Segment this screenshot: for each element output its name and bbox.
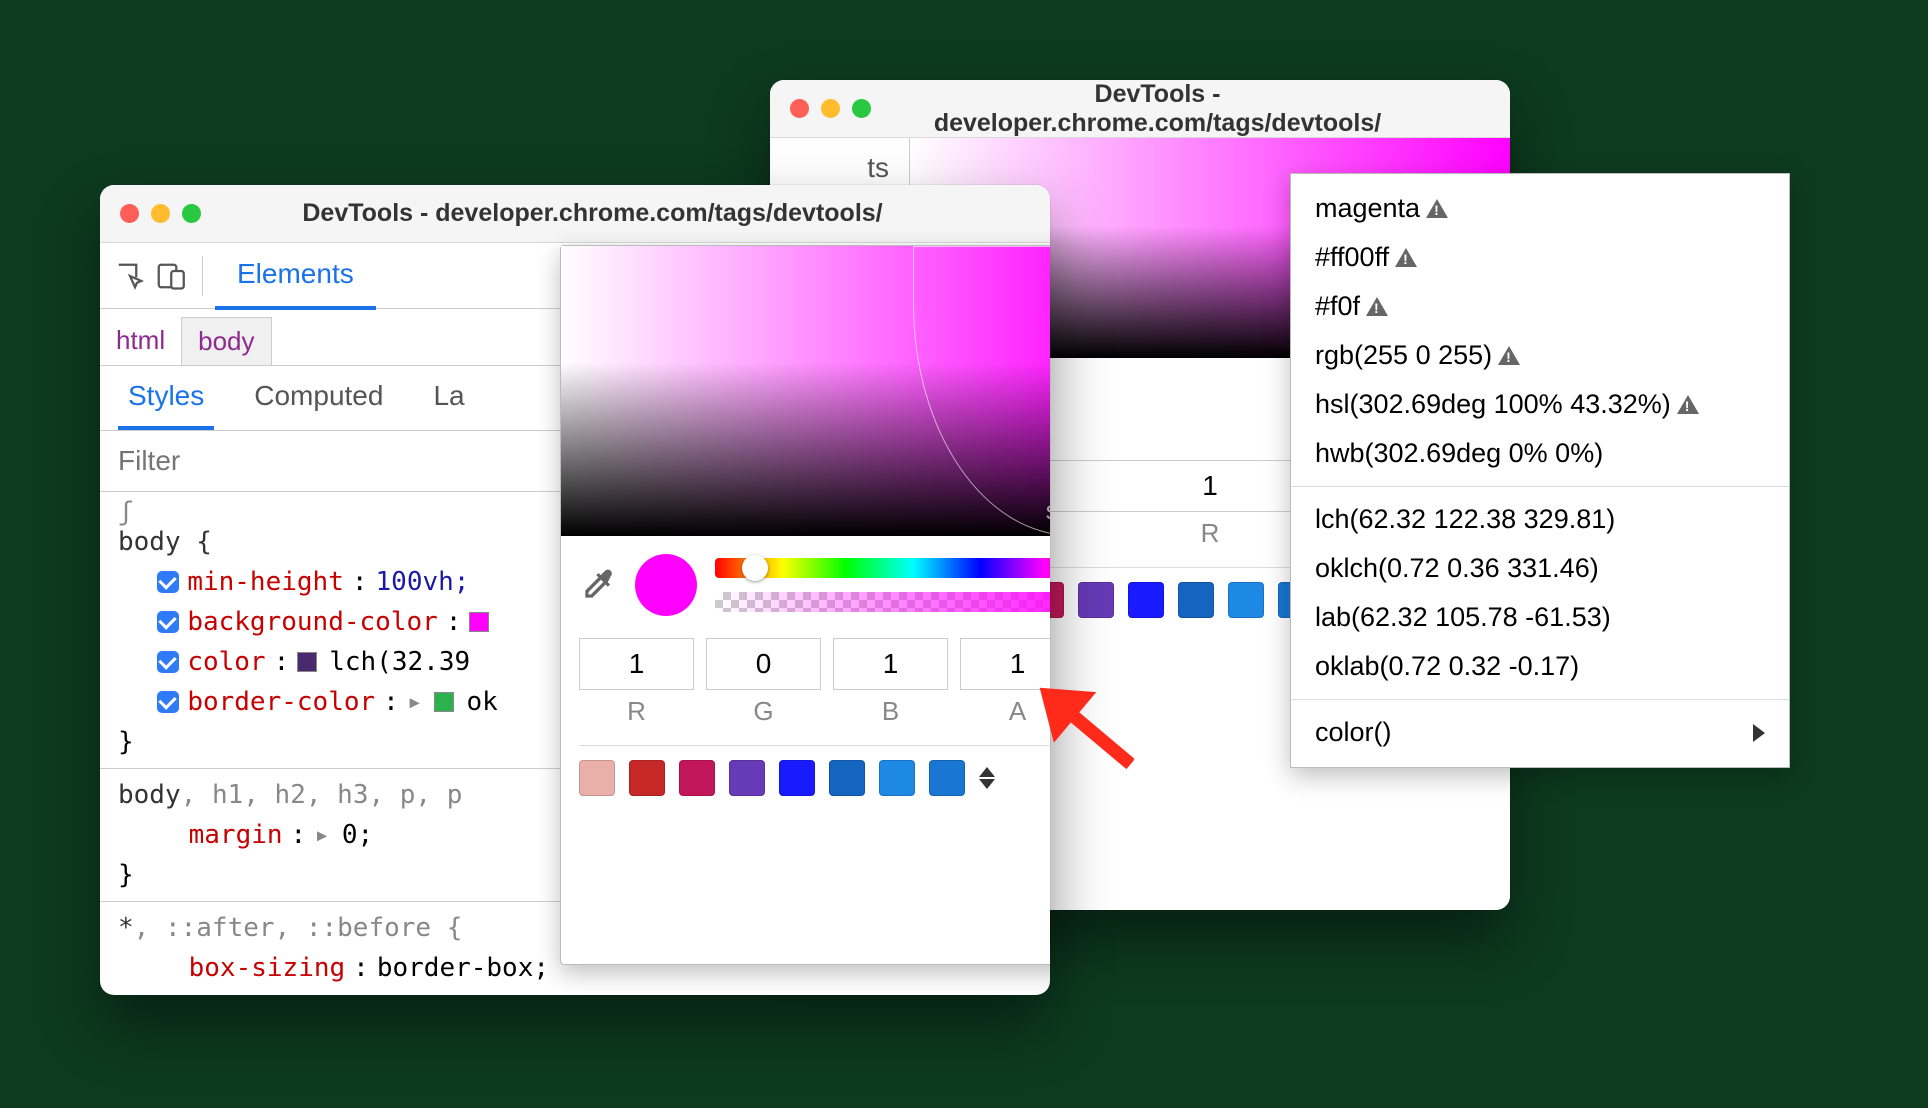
format-item[interactable]: rgb(255 0 255) [1291, 331, 1789, 380]
maximize-icon[interactable] [852, 99, 871, 118]
format-item[interactable]: magenta [1291, 184, 1789, 233]
color-format-menu: magenta #ff00ff #f0f rgb(255 0 255) hsl(… [1290, 173, 1790, 768]
close-icon[interactable] [120, 204, 139, 223]
breadcrumb-body[interactable]: body [181, 317, 271, 365]
subtab-layout[interactable]: La [423, 366, 474, 430]
format-item[interactable]: lab(62.32 105.78 -61.53) [1291, 593, 1789, 642]
css-property[interactable]: color [187, 642, 265, 682]
breadcrumb-html[interactable]: html [100, 317, 181, 365]
css-value[interactable]: 0; [342, 815, 373, 855]
format-item[interactable]: hsl(302.69deg 100% 43.32%) [1291, 380, 1789, 429]
format-item[interactable]: oklch(0.72 0.36 331.46) [1291, 544, 1789, 593]
expand-icon[interactable]: ▸ [314, 815, 330, 855]
g-label: G [706, 696, 821, 727]
palette-swatch[interactable] [1178, 582, 1214, 618]
titlebar: DevTools - developer.chrome.com/tags/dev… [770, 80, 1510, 138]
window-title: DevTools - developer.chrome.com/tags/dev… [215, 199, 970, 228]
css-property[interactable]: border-color [187, 682, 375, 722]
palette-swatch[interactable] [1078, 582, 1114, 618]
css-property[interactable]: background-color [187, 602, 437, 642]
property-checkbox[interactable] [157, 571, 179, 593]
chevron-right-icon [1753, 724, 1765, 742]
format-item[interactable]: oklab(0.72 0.32 -0.17) [1291, 642, 1789, 691]
palette-swatch[interactable] [1228, 582, 1264, 618]
g-input[interactable] [706, 638, 821, 690]
palette-swatch[interactable] [779, 760, 815, 796]
palette-swatch[interactable] [1128, 582, 1164, 618]
expand-icon[interactable]: ▸ [407, 682, 423, 722]
css-property[interactable]: box-sizing [189, 948, 346, 988]
color-spectrum[interactable]: sRGB [561, 246, 1050, 536]
tab-elements[interactable]: Elements [215, 242, 376, 310]
format-item-more[interactable]: color() [1291, 708, 1789, 757]
palette-swatch[interactable] [929, 760, 965, 796]
b-input[interactable] [833, 638, 948, 690]
subtab-computed[interactable]: Computed [244, 366, 393, 430]
window-title: DevTools - developer.chrome.com/tags/dev… [885, 80, 1430, 138]
minimize-icon[interactable] [821, 99, 840, 118]
titlebar: DevTools - developer.chrome.com/tags/dev… [100, 185, 1050, 243]
property-checkbox[interactable] [157, 611, 179, 633]
select-element-icon[interactable] [110, 256, 150, 296]
css-property[interactable]: min-height [187, 562, 344, 602]
warning-icon [1395, 248, 1417, 267]
traffic-lights [790, 99, 871, 118]
css-property[interactable]: margin [189, 815, 283, 855]
r-input[interactable] [579, 638, 694, 690]
traffic-lights [120, 204, 201, 223]
eyedropper-icon[interactable] [579, 566, 617, 604]
hue-slider[interactable] [715, 558, 1050, 578]
format-item[interactable]: hwb(302.69deg 0% 0%) [1291, 429, 1789, 478]
palette-swatch[interactable] [629, 760, 665, 796]
css-value[interactable]: 100vh; [376, 562, 470, 602]
warning-icon [1498, 346, 1520, 365]
close-icon[interactable] [790, 99, 809, 118]
palette-swatch[interactable] [679, 760, 715, 796]
css-value[interactable]: lch(32.39 [329, 642, 470, 682]
color-swatch[interactable] [469, 612, 489, 632]
palette-swatch[interactable] [879, 760, 915, 796]
alpha-slider[interactable] [715, 592, 1050, 612]
palette-swatch[interactable] [579, 760, 615, 796]
css-value[interactable]: ok [466, 682, 497, 722]
color-palette [579, 745, 1050, 800]
property-checkbox[interactable] [157, 651, 179, 673]
warning-icon [1426, 199, 1448, 218]
palette-stepper[interactable] [979, 767, 1003, 789]
color-picker: sRGB R G B A [560, 245, 1050, 965]
format-item[interactable]: #ff00ff [1291, 233, 1789, 282]
device-toggle-icon[interactable] [150, 256, 190, 296]
color-swatch[interactable] [434, 692, 454, 712]
devtools-window-front: DevTools - developer.chrome.com/tags/dev… [100, 185, 1050, 995]
warning-icon [1677, 395, 1699, 414]
format-item[interactable]: lch(62.32 122.38 329.81) [1291, 495, 1789, 544]
palette-swatch[interactable] [729, 760, 765, 796]
property-checkbox[interactable] [157, 691, 179, 713]
colorspace-label: sRGB [1046, 495, 1050, 526]
palette-swatch[interactable] [829, 760, 865, 796]
format-item[interactable]: #f0f [1291, 282, 1789, 331]
b-label: B [833, 696, 948, 727]
color-swatch[interactable] [297, 652, 317, 672]
warning-icon [1366, 297, 1388, 316]
maximize-icon[interactable] [182, 204, 201, 223]
selected-color-swatch [635, 554, 697, 616]
minimize-icon[interactable] [151, 204, 170, 223]
css-value[interactable]: border-box; [377, 948, 549, 988]
subtab-styles[interactable]: Styles [118, 366, 214, 430]
r-label: R [579, 696, 694, 727]
